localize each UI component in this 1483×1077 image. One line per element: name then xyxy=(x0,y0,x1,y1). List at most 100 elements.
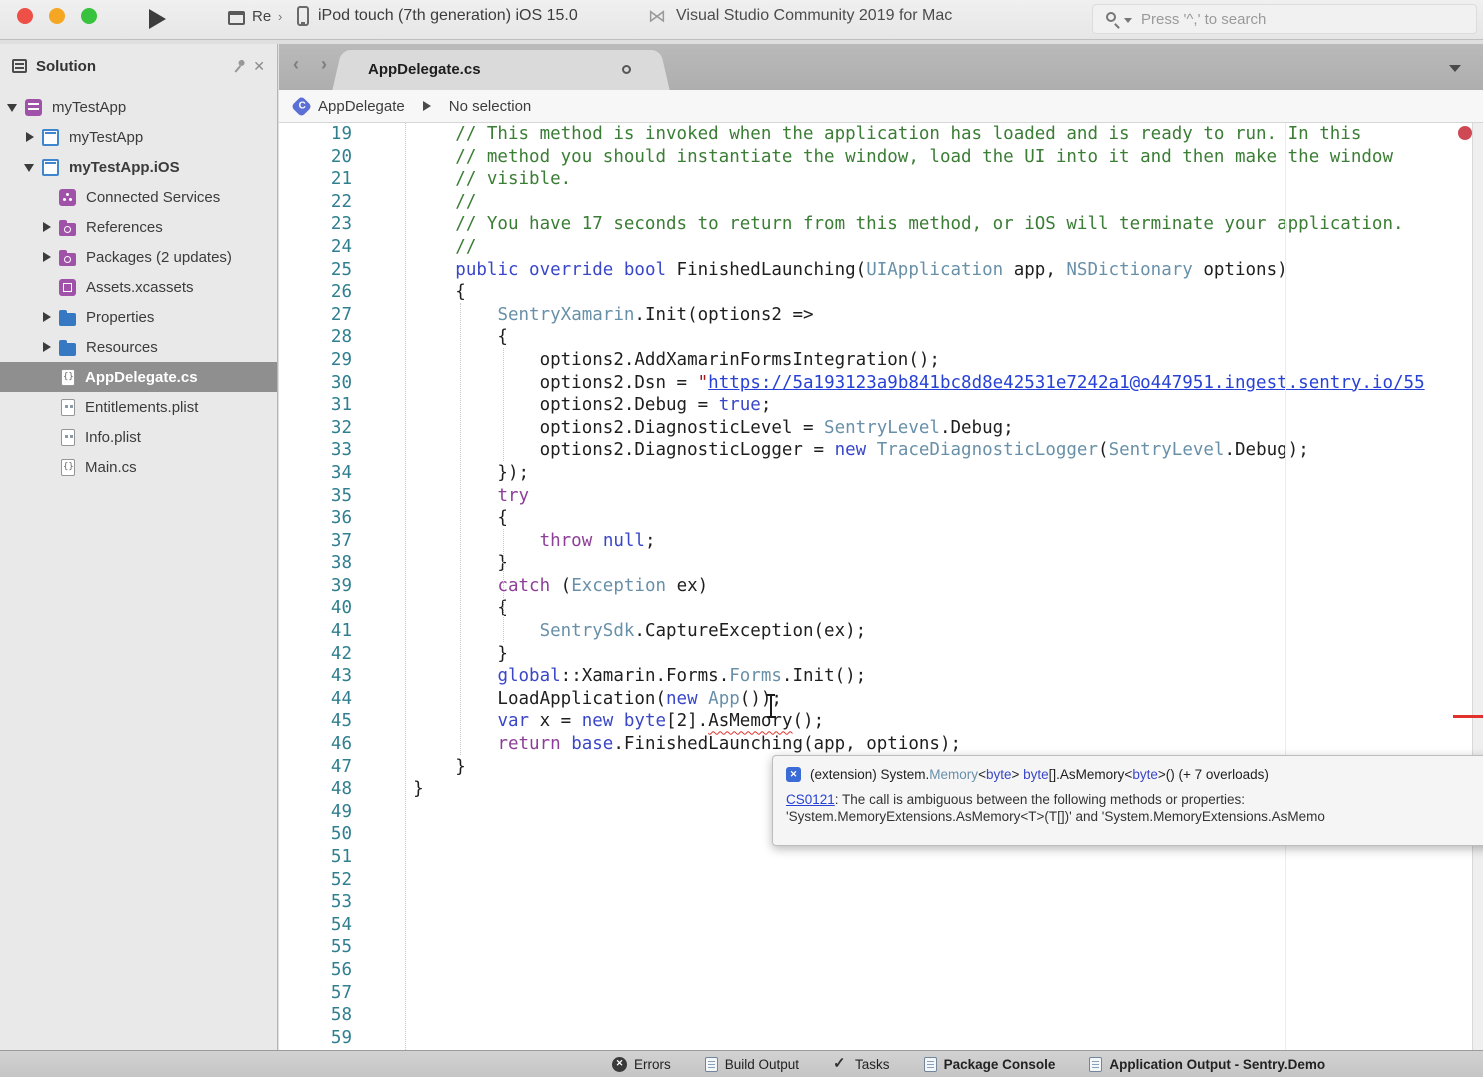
code-line-59[interactable]: 59 xyxy=(279,1027,1483,1050)
tree-item-assets-xcassets[interactable]: Assets.xcassets xyxy=(0,272,277,302)
tree-item-label: References xyxy=(86,219,163,236)
tree-item-info-plist[interactable]: Info.plist xyxy=(0,422,277,452)
gutter-separator xyxy=(405,123,406,1050)
breadcrumb-separator-icon xyxy=(423,101,431,111)
disclosure-right-icon[interactable] xyxy=(23,131,40,143)
code-line-54[interactable]: 54 xyxy=(279,914,1483,937)
tree-item-label: Resources xyxy=(86,339,158,356)
tree-item-properties[interactable]: Properties xyxy=(0,302,277,332)
close-icon[interactable]: ✕ xyxy=(253,58,265,75)
run-button[interactable] xyxy=(149,9,166,29)
tab-appdelegate[interactable]: AppDelegate.cs xyxy=(350,50,652,90)
code-line-22[interactable]: 22 // xyxy=(279,191,1483,214)
disclosure-right-icon[interactable] xyxy=(40,221,57,233)
line-number: 34 xyxy=(279,462,352,485)
solution-tree: myTestAppmyTestAppmyTestApp.iOSConnected… xyxy=(0,92,277,482)
code-line-58[interactable]: 58 xyxy=(279,1004,1483,1027)
tree-item-label: Info.plist xyxy=(85,429,141,446)
editor-scrollbar[interactable] xyxy=(1472,123,1483,1050)
solution-pad-icon xyxy=(12,59,27,73)
disclosure-right-icon[interactable] xyxy=(40,311,57,323)
breadcrumb-class[interactable]: AppDelegate xyxy=(318,98,405,115)
code-line-23[interactable]: 23 // You have 17 seconds to return from… xyxy=(279,213,1483,236)
tree-item-resources[interactable]: Resources xyxy=(0,332,277,362)
indent-guide xyxy=(460,303,461,755)
disclosure-right-icon[interactable] xyxy=(40,251,57,263)
bottom-pad-application-output-sentry-demo[interactable]: Application Output - Sentry.Demo xyxy=(1089,1057,1325,1072)
code-line-53[interactable]: 53 xyxy=(279,891,1483,914)
code-line-21[interactable]: 21 // visible. xyxy=(279,168,1483,191)
tree-item-references[interactable]: References xyxy=(0,212,277,242)
cs-file-icon xyxy=(61,459,75,476)
navigate-forward-button[interactable]: › xyxy=(321,54,327,75)
tree-item-mytestapp[interactable]: myTestApp xyxy=(0,122,277,152)
tree-item-mytestapp[interactable]: myTestApp xyxy=(0,92,277,122)
code-line-57[interactable]: 57 xyxy=(279,982,1483,1005)
code-line-55[interactable]: 55 xyxy=(279,936,1483,959)
disclosure-down-icon[interactable] xyxy=(6,101,23,113)
tree-item-label: Assets.xcassets xyxy=(86,279,194,296)
dsn-url-link[interactable]: https://5a193123a9b841bc8d8e42531e7242a1… xyxy=(708,373,1424,393)
breadcrumb-selection[interactable]: No selection xyxy=(449,98,532,115)
bottom-pad-tasks[interactable]: Tasks xyxy=(833,1057,890,1072)
line-number: 33 xyxy=(279,439,352,462)
code-line-19[interactable]: 19 // This method is invoked when the ap… xyxy=(279,123,1483,146)
navigate-back-button[interactable]: ‹ xyxy=(293,54,299,75)
error-indicator-icon[interactable] xyxy=(1458,126,1472,140)
folder-purple-icon xyxy=(59,223,76,236)
code-line-56[interactable]: 56 xyxy=(279,959,1483,982)
tree-indent-spacer xyxy=(40,461,57,473)
tree-item-packages-2-updates[interactable]: Packages (2 updates) xyxy=(0,242,277,272)
tree-item-entitlements-plist[interactable]: Entitlements.plist xyxy=(0,392,277,422)
window-zoom-button[interactable] xyxy=(81,8,97,24)
code-editor[interactable]: 19 // This method is invoked when the ap… xyxy=(279,123,1483,1050)
code-line-26[interactable]: 26 { xyxy=(279,281,1483,304)
bottom-pad-errors[interactable]: Errors xyxy=(612,1057,671,1072)
tree-item-connected-services[interactable]: Connected Services xyxy=(0,182,277,212)
search-scope-chevron-icon[interactable] xyxy=(1124,18,1132,23)
window-minimize-button[interactable] xyxy=(49,8,65,24)
code-line-52[interactable]: 52 xyxy=(279,869,1483,892)
code-line-25[interactable]: 25 public override bool FinishedLaunchin… xyxy=(279,259,1483,282)
scrollbar-error-marker[interactable] xyxy=(1453,715,1483,718)
tree-item-main-cs[interactable]: Main.cs xyxy=(0,452,277,482)
window-close-button[interactable] xyxy=(17,8,33,24)
line-number: 50 xyxy=(279,823,352,846)
editor-pane: ‹ › AppDelegate.cs AppDelegate No select… xyxy=(279,44,1483,1050)
check-icon xyxy=(833,1057,848,1072)
code-line-20[interactable]: 20 // method you should instantiate the … xyxy=(279,146,1483,169)
run-configuration-selector[interactable]: Re xyxy=(252,8,271,25)
line-number: 26 xyxy=(279,281,352,304)
bottom-pad-build-output[interactable]: Build Output xyxy=(705,1057,799,1072)
bottom-pad-package-console[interactable]: Package Console xyxy=(924,1057,1056,1072)
line-number: 58 xyxy=(279,1004,352,1027)
bottom-pad-label: Tasks xyxy=(855,1057,890,1072)
assets-icon xyxy=(59,279,76,296)
tab-title: AppDelegate.cs xyxy=(368,61,481,78)
diagnostic-text: : The call is ambiguous between the foll… xyxy=(835,792,1245,807)
line-number: 29 xyxy=(279,349,352,372)
tree-item-mytestapp-ios[interactable]: myTestApp.iOS xyxy=(0,152,277,182)
line-number: 48 xyxy=(279,778,352,801)
indent-guide xyxy=(503,529,504,642)
tree-item-label: myTestApp xyxy=(52,99,126,116)
extension-method-icon: ✕ xyxy=(786,767,801,782)
plist-file-icon xyxy=(61,429,75,446)
tab-list-chevron-icon[interactable] xyxy=(1449,65,1461,72)
line-number: 43 xyxy=(279,665,352,688)
error-token[interactable]: AsMemory xyxy=(708,711,792,731)
line-number: 31 xyxy=(279,394,352,417)
search-input[interactable]: Press '^,' to search xyxy=(1092,4,1477,34)
code-line-51[interactable]: 51 xyxy=(279,846,1483,869)
device-selector[interactable]: iPod touch (7th generation) iOS 15.0 xyxy=(318,7,578,25)
tree-item-appdelegate-cs[interactable]: AppDelegate.cs xyxy=(0,362,277,392)
unsaved-indicator-icon[interactable] xyxy=(622,65,631,74)
disclosure-down-icon[interactable] xyxy=(23,161,40,173)
line-number: 23 xyxy=(279,213,352,236)
code-line-24[interactable]: 24 // xyxy=(279,236,1483,259)
tree-indent-spacer xyxy=(40,191,57,203)
diagnostic-code-link[interactable]: CS0121 xyxy=(786,792,835,807)
disclosure-right-icon[interactable] xyxy=(40,341,57,353)
pin-icon[interactable] xyxy=(228,55,251,78)
tree-item-label: Entitlements.plist xyxy=(85,399,198,416)
